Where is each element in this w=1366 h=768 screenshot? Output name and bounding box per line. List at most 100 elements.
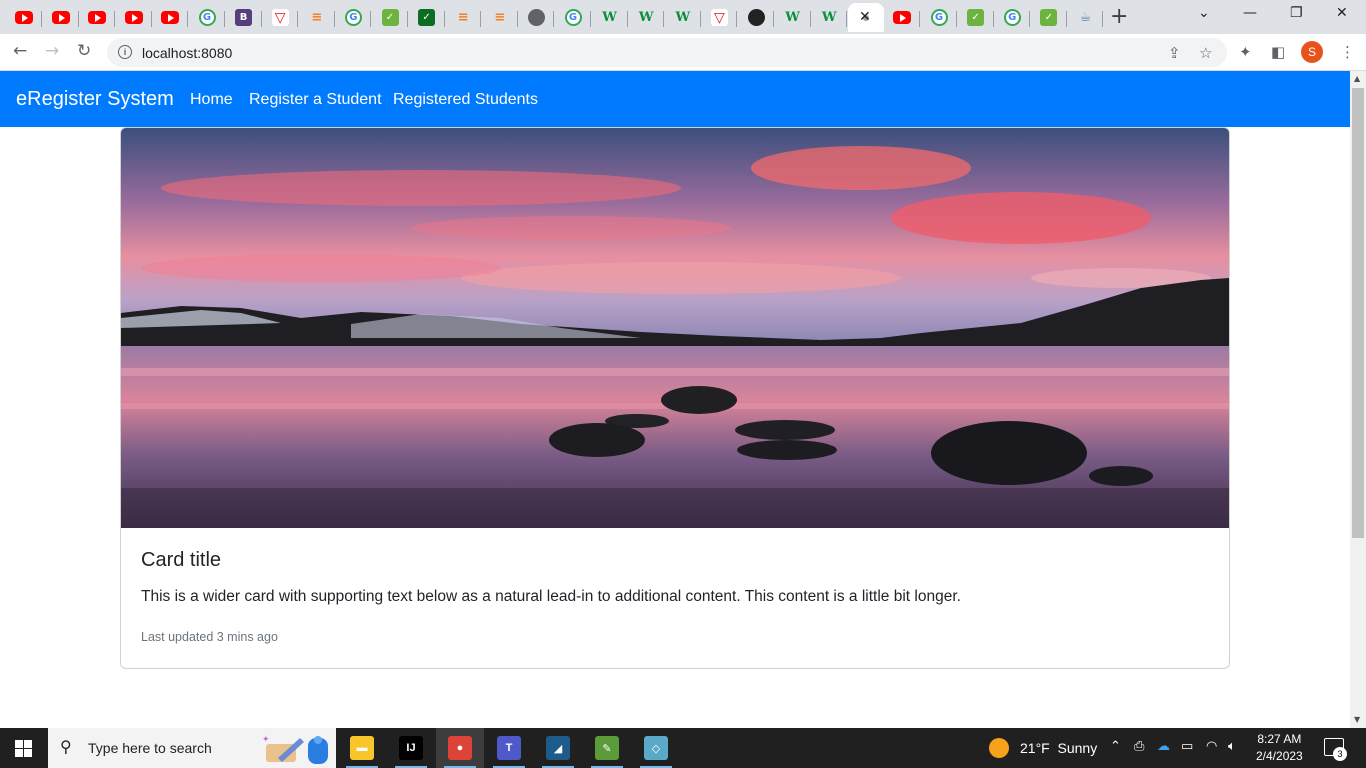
taskbar-app[interactable]: ◇ (632, 728, 680, 768)
browser-tab[interactable] (43, 3, 79, 32)
bookmark-star-icon[interactable]: ☆ (1199, 44, 1212, 62)
card-title: Card title (141, 549, 222, 571)
svg-text:✦: ✦ (262, 734, 270, 744)
restore-button[interactable]: ❐ (1290, 5, 1303, 21)
new-tab-button[interactable]: + (1110, 4, 1128, 29)
taskbar-search[interactable]: ⚲ Type here to search ✦ (48, 728, 336, 768)
show-hidden-icons-icon[interactable]: ⌃ (1110, 739, 1121, 754)
taskbar: ⚲ Type here to search ✦ ▬ IJ ● T ◢ ✎ ◇ 21°F Su… (0, 728, 1366, 768)
page-scrollbar[interactable]: ▲ ▼ (1350, 71, 1366, 728)
menu-icon[interactable]: ⋮ (1340, 43, 1355, 61)
taskbar-app[interactable]: ✎ (583, 728, 631, 768)
vercel-icon: ▽ (710, 9, 728, 26)
side-panel-icon[interactable]: ◧ (1271, 43, 1285, 61)
site-info-icon[interactable]: i (118, 45, 132, 59)
youtube-icon (51, 11, 70, 24)
start-button[interactable] (15, 740, 32, 757)
meet-now-icon[interactable]: ⎙ (1134, 739, 1144, 754)
browser-tab[interactable]: W (775, 3, 811, 32)
nav-link-home[interactable]: Home (190, 91, 233, 109)
browser-tab[interactable]: G (555, 3, 591, 32)
url-text[interactable]: localhost:8080 (142, 45, 232, 61)
browser-tab[interactable]: G (335, 3, 372, 32)
browser-tab[interactable]: ▽ (262, 3, 299, 32)
browser-tab[interactable]: W (811, 3, 848, 32)
youtube-icon (88, 11, 107, 24)
profile-avatar[interactable]: S (1301, 41, 1323, 63)
browser-tab[interactable]: ✓ (958, 3, 994, 32)
browser-tab[interactable] (884, 3, 921, 32)
w-icon: W (638, 10, 654, 25)
browser-tab[interactable]: G (994, 3, 1031, 32)
battery-icon[interactable]: ▭ (1181, 739, 1193, 754)
browser-tab[interactable] (518, 3, 555, 32)
snipping-tool-icon: ◇ (644, 736, 668, 760)
youtube-icon (124, 11, 143, 24)
w-icon: W (821, 10, 837, 25)
browser-tab[interactable] (738, 3, 774, 32)
browser-tab[interactable]: G (189, 3, 225, 32)
github-icon (747, 9, 765, 26)
spring-icon: ✓ (1040, 9, 1058, 26)
weather-widget[interactable]: 21°F Sunny (1020, 740, 1097, 756)
w-icon: W (785, 10, 800, 25)
close-window-button[interactable]: ✕ (1336, 5, 1348, 21)
clock-date: 2/4/2023 (1256, 749, 1303, 763)
reload-button[interactable]: ↻ (77, 41, 91, 61)
card: Card title This is a wider card with sup… (120, 127, 1230, 669)
weather-sun-icon[interactable] (989, 738, 1009, 758)
wifi-icon[interactable]: ◠ (1206, 739, 1217, 754)
taskbar-app[interactable]: T (485, 728, 533, 768)
nav-link-registered-students[interactable]: Registered Students (393, 91, 538, 109)
taskbar-clock[interactable]: 8:27 AM 2/4/2023 (1256, 731, 1303, 765)
forward-button[interactable]: → (45, 41, 59, 61)
clock-time: 8:27 AM (1257, 732, 1302, 746)
browser-tab[interactable]: W (665, 3, 701, 32)
browser-tab[interactable]: ☕ (1067, 3, 1104, 32)
search-placeholder[interactable]: Type here to search (88, 740, 212, 756)
java-icon: ☕ (1079, 10, 1092, 25)
browser-tab[interactable]: W (592, 3, 628, 32)
file-explorer-icon: ▬ (350, 736, 374, 760)
browser-tab[interactable]: W (628, 3, 665, 32)
back-button[interactable]: ← (13, 41, 27, 61)
browser-tab[interactable] (6, 3, 42, 32)
taskbar-app[interactable]: ● (436, 728, 484, 768)
notepad-icon: ✎ (595, 736, 619, 760)
nav-link-register-student[interactable]: Register a Student (249, 91, 382, 109)
browser-tab[interactable]: ▽ (701, 3, 738, 32)
browser-tab[interactable]: ≡ (299, 3, 335, 32)
extensions-icon[interactable]: ✦ (1239, 43, 1252, 61)
volume-icon[interactable]: 🔈︎ (1228, 739, 1236, 754)
browser-tab[interactable]: ≡ (445, 3, 482, 32)
google-icon: G (344, 9, 362, 26)
stackoverflow-icon: ≡ (494, 10, 506, 25)
share-icon[interactable]: ⇪ (1168, 44, 1181, 62)
w-icon: W (602, 10, 617, 25)
tab-search-icon[interactable]: ⌄ (1198, 5, 1210, 21)
close-tab-icon[interactable]: ✕ (859, 8, 871, 25)
scroll-up-arrow[interactable]: ▲ (1354, 74, 1360, 83)
navbar-brand[interactable]: eRegister System (16, 88, 174, 111)
browser-tab[interactable]: ≡ (482, 3, 518, 32)
browser-tab[interactable]: ✓ (1031, 3, 1067, 32)
browser-toolbar: ← → ↻ i localhost:8080 ⇪ ☆ ✦ ◧ S ⋮ (0, 34, 1366, 71)
spring-icon: ✓ (418, 9, 436, 26)
browser-tab[interactable]: ✓ (409, 3, 445, 32)
minimize-button[interactable]: — (1243, 5, 1257, 21)
browser-tab[interactable]: G (921, 3, 957, 32)
browser-tab[interactable] (116, 3, 152, 32)
taskbar-app[interactable]: IJ (387, 728, 435, 768)
onedrive-icon[interactable]: ☁ (1157, 739, 1170, 754)
scroll-thumb[interactable] (1352, 88, 1364, 538)
browser-tab[interactable] (79, 3, 116, 32)
taskbar-app[interactable]: ▬ (338, 728, 386, 768)
address-bar[interactable]: i localhost:8080 ⇪ ☆ (107, 38, 1227, 67)
browser-tab[interactable] (152, 3, 189, 32)
scroll-down-arrow[interactable]: ▼ (1354, 715, 1360, 724)
taskbar-app[interactable]: ◢ (534, 728, 582, 768)
card-last-updated: Last updated 3 mins ago (141, 630, 278, 644)
browser-tab[interactable]: ✓ (372, 3, 408, 32)
vercel-icon: ▽ (271, 9, 289, 26)
browser-tab[interactable]: B (226, 3, 262, 32)
